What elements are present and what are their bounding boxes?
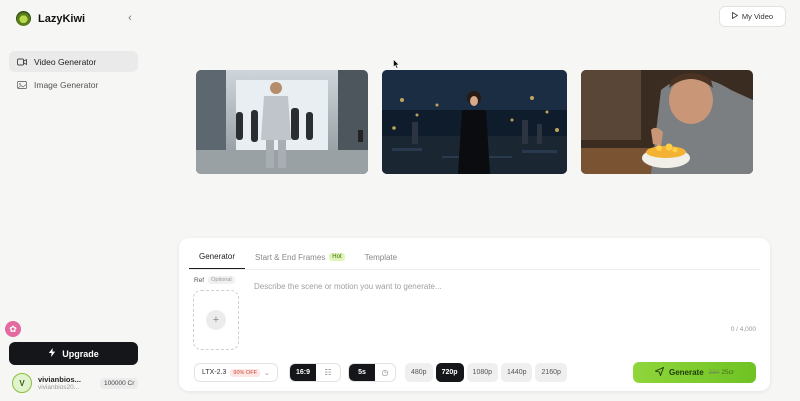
generate-cost: 250 25cr bbox=[709, 369, 734, 376]
main-area: My Video Generator Start & End Frames Ho… bbox=[146, 0, 800, 401]
options-bar: LTX-2.3 90% OFF ⌄ 16:9 ☷ 5s ◷ 480p 720p … bbox=[194, 362, 756, 384]
clock-icon[interactable]: ◷ bbox=[375, 364, 395, 381]
resolution-2160p[interactable]: 2160p bbox=[535, 363, 567, 382]
chevron-down-icon: ⌄ bbox=[263, 369, 270, 377]
character-counter: 0 / 4,000 bbox=[730, 326, 756, 333]
user-profile[interactable]: V vivianbios... vivianbios20... 100000 C… bbox=[12, 372, 144, 394]
kiwi-logo-icon bbox=[16, 11, 31, 26]
avatar: V bbox=[12, 373, 32, 393]
generate-button[interactable]: Generate 250 25cr bbox=[633, 362, 756, 383]
tab-label: Start & End Frames bbox=[255, 252, 326, 262]
sidebar-nav: Video Generator Image Generator bbox=[9, 51, 138, 97]
ref-title: Ref bbox=[194, 276, 205, 284]
credits-badge: 100000 Cr bbox=[100, 377, 139, 389]
upgrade-label: Upgrade bbox=[62, 348, 99, 359]
app-name: LazyKiwi bbox=[38, 12, 86, 25]
brand[interactable]: LazyKiwi bbox=[16, 11, 85, 26]
floating-helper-icon[interactable]: ✿ bbox=[5, 321, 21, 337]
example-video-thumbnail[interactable] bbox=[581, 70, 753, 174]
ref-label: Ref Optional bbox=[194, 276, 235, 284]
example-video-thumbnail[interactable] bbox=[196, 70, 368, 174]
tab-label: Generator bbox=[199, 252, 236, 261]
composer-tabs: Generator Start & End Frames Hot Templat… bbox=[189, 247, 407, 269]
user-name: vivianbios... bbox=[38, 375, 81, 384]
tab-label: Template bbox=[364, 252, 398, 262]
sidebar-item-video-generator[interactable]: Video Generator bbox=[9, 51, 138, 72]
hot-badge: Hot bbox=[329, 253, 345, 261]
my-video-label: My Video bbox=[741, 12, 774, 21]
upgrade-button[interactable]: Upgrade bbox=[9, 342, 138, 365]
duration-control[interactable]: 5s ◷ bbox=[348, 363, 396, 382]
old-cost: 250 bbox=[708, 369, 720, 376]
lightning-icon bbox=[48, 348, 56, 359]
collapse-sidebar-icon[interactable]: ‹ bbox=[124, 12, 136, 24]
tab-generator[interactable]: Generator bbox=[189, 247, 246, 269]
resolution-480p[interactable]: 480p bbox=[405, 363, 433, 382]
example-video-thumbnail[interactable] bbox=[382, 70, 567, 174]
sidebar-item-label: Video Generator bbox=[34, 56, 97, 67]
generator-composer: Generator Start & End Frames Hot Templat… bbox=[179, 238, 770, 391]
sliders-icon[interactable]: ☷ bbox=[316, 364, 340, 381]
model-label: LTX-2.3 bbox=[202, 369, 227, 376]
duration-value[interactable]: 5s bbox=[349, 364, 375, 381]
model-select[interactable]: LTX-2.3 90% OFF ⌄ bbox=[194, 363, 278, 382]
divider bbox=[189, 269, 760, 270]
aspect-ratio-control[interactable]: 16:9 ☷ bbox=[289, 363, 341, 382]
resolution-options: 480p 720p 1080p 1440p 2160p bbox=[405, 363, 567, 382]
optional-badge: Optional bbox=[208, 276, 235, 284]
my-video-button[interactable]: My Video bbox=[719, 6, 786, 27]
sidebar-item-label: Image Generator bbox=[34, 79, 99, 90]
user-email: vivianbios20... bbox=[38, 384, 80, 391]
video-icon bbox=[17, 58, 27, 66]
play-icon bbox=[732, 11, 739, 21]
resolution-720p[interactable]: 720p bbox=[435, 363, 464, 382]
tab-start-end-frames[interactable]: Start & End Frames Hot bbox=[245, 247, 355, 269]
discount-badge: 90% OFF bbox=[230, 368, 260, 377]
aspect-ratio-value[interactable]: 16:9 bbox=[290, 364, 316, 381]
send-icon bbox=[654, 366, 665, 378]
tab-template[interactable]: Template bbox=[355, 247, 407, 269]
plus-icon: + bbox=[206, 310, 226, 330]
generate-label: Generate bbox=[668, 368, 704, 377]
resolution-1440p[interactable]: 1440p bbox=[501, 363, 533, 382]
image-icon bbox=[17, 80, 27, 89]
user-info: vivianbios... vivianbios20... bbox=[38, 375, 94, 391]
resolution-1080p[interactable]: 1080p bbox=[466, 363, 499, 382]
prompt-input[interactable]: Describe the scene or motion you want to… bbox=[254, 282, 634, 291]
sidebar-item-image-generator[interactable]: Image Generator bbox=[9, 74, 138, 95]
reference-upload[interactable]: + bbox=[193, 290, 239, 350]
cost: 25cr bbox=[721, 369, 734, 376]
sidebar: LazyKiwi ‹ Video Generator Image Generat… bbox=[0, 0, 146, 401]
